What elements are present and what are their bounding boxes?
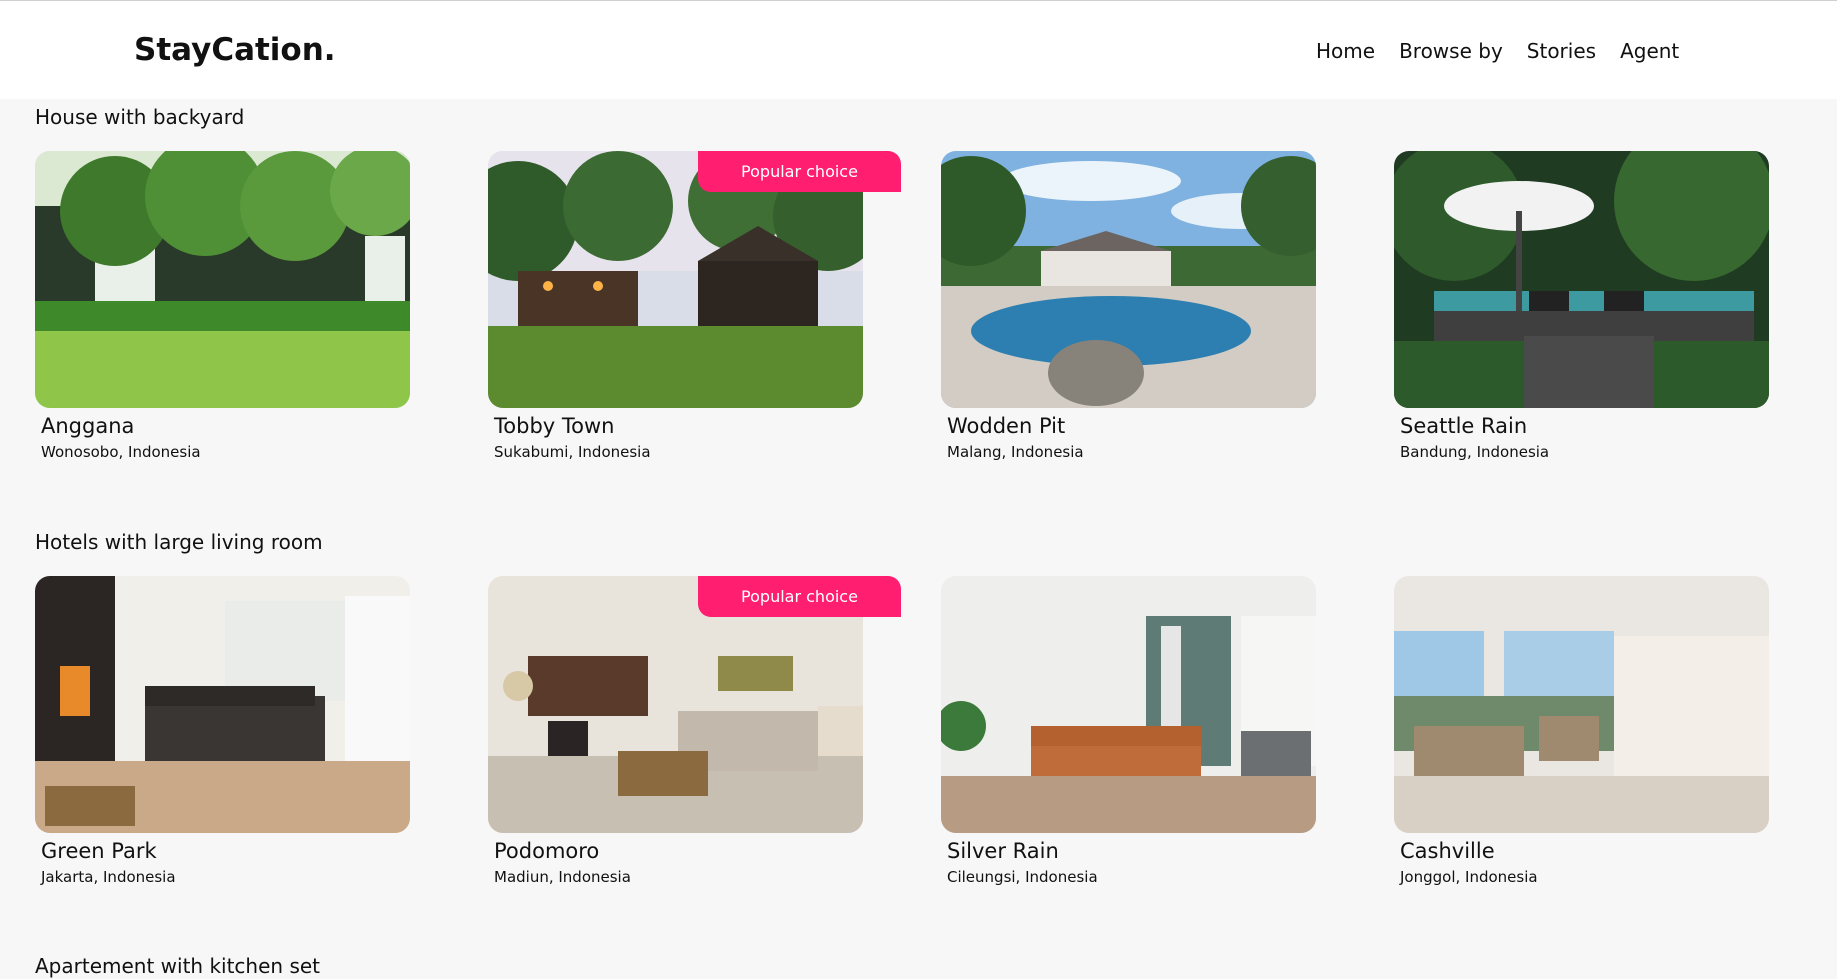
property-name: Anggana xyxy=(41,414,135,438)
nav-stories-link[interactable]: Stories xyxy=(1527,39,1596,63)
property-name: Seattle Rain xyxy=(1400,414,1528,438)
property-card-cashville[interactable]: Cashville Jonggol, Indonesia xyxy=(1394,576,1769,894)
popular-choice-badge: Popular choice xyxy=(698,576,901,617)
property-image xyxy=(35,576,410,833)
property-name: Silver Rain xyxy=(947,839,1059,863)
property-location: Madiun, Indonesia xyxy=(494,868,631,886)
property-name: Podomoro xyxy=(494,839,600,863)
brand-logo[interactable]: StayCation. xyxy=(134,32,336,68)
property-image xyxy=(941,151,1316,408)
property-location: Sukabumi, Indonesia xyxy=(494,443,651,461)
property-card-tobby-town[interactable]: Popular choice Tobby Town Sukabumi, Indo… xyxy=(488,151,901,469)
property-name: Wodden Pit xyxy=(947,414,1066,438)
property-location: Cileungsi, Indonesia xyxy=(947,868,1098,886)
property-location: Bandung, Indonesia xyxy=(1400,443,1550,461)
property-card-seattle-rain[interactable]: Seattle Rain Bandung, Indonesia xyxy=(1394,151,1769,469)
property-location: Jonggol, Indonesia xyxy=(1400,868,1538,886)
section-title-hotels-with-large-living-room: Hotels with large living room xyxy=(35,530,323,554)
property-card-green-park[interactable]: Green Park Jakarta, Indonesia xyxy=(35,576,410,894)
property-image xyxy=(1394,576,1769,833)
nav-agent-link[interactable]: Agent xyxy=(1620,39,1679,63)
property-location: Wonosobo, Indonesia xyxy=(41,443,201,461)
popular-choice-badge: Popular choice xyxy=(698,151,901,192)
property-name: Green Park xyxy=(41,839,157,863)
section-title-house-with-backyard: House with backyard xyxy=(35,105,245,129)
property-image xyxy=(1394,151,1769,408)
property-image xyxy=(35,151,410,408)
section-title-apartement-with-kitchen-set: Apartement with kitchen set xyxy=(35,954,321,978)
property-image xyxy=(941,576,1316,833)
property-card-wodden-pit[interactable]: Wodden Pit Malang, Indonesia xyxy=(941,151,1316,469)
nav-browse-by-link[interactable]: Browse by xyxy=(1399,39,1503,63)
navbar: StayCation. Home Browse by Stories Agent xyxy=(0,1,1837,99)
property-card-anggana[interactable]: Anggana Wonosobo, Indonesia xyxy=(35,151,410,469)
property-card-silver-rain[interactable]: Silver Rain Cileungsi, Indonesia xyxy=(941,576,1316,894)
property-card-podomoro[interactable]: Popular choice Podomoro Madiun, Indonesi… xyxy=(488,576,901,894)
nav-home-link[interactable]: Home xyxy=(1316,39,1375,63)
main-nav: Home Browse by Stories Agent xyxy=(1316,39,1679,63)
property-location: Jakarta, Indonesia xyxy=(41,868,176,886)
property-location: Malang, Indonesia xyxy=(947,443,1084,461)
property-name: Tobby Town xyxy=(494,414,615,438)
property-name: Cashville xyxy=(1400,839,1495,863)
